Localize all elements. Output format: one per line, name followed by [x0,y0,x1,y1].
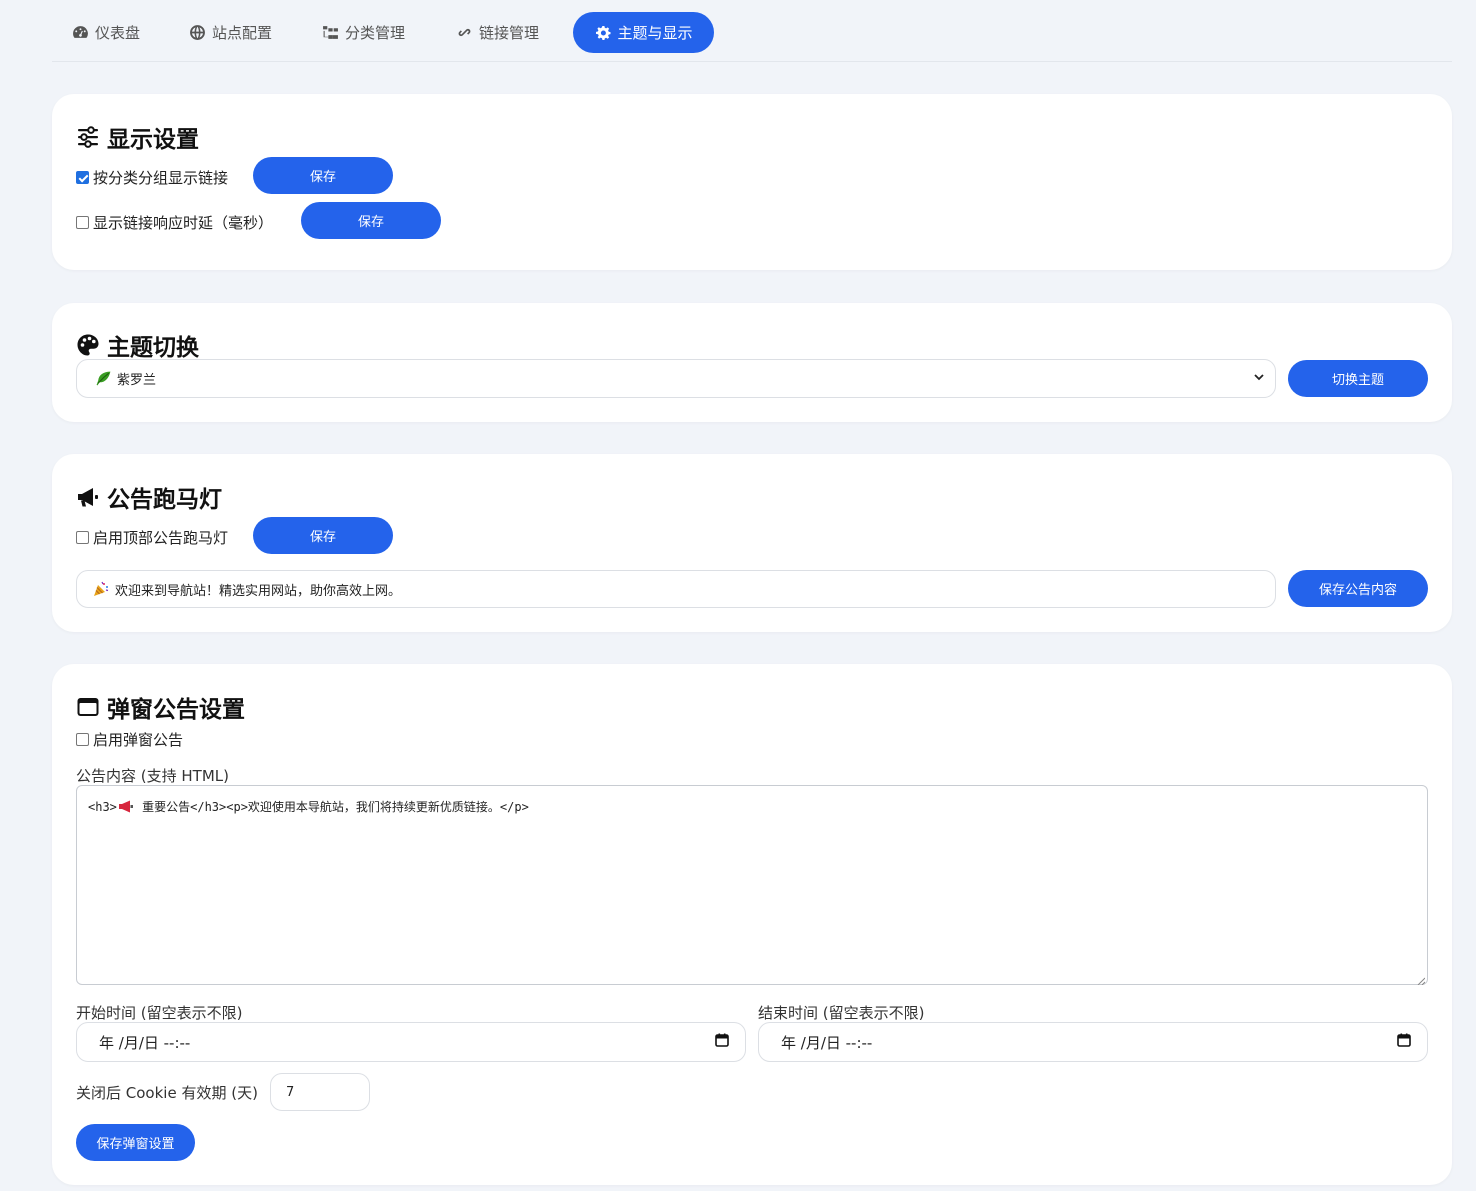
popup-settings-title: 弹窗公告设置 [76,690,245,724]
enable-popup-checkbox[interactable] [76,733,89,746]
end-time-input[interactable]: 年 /月/日 --:-- [758,1022,1428,1062]
group-by-category-checkbox[interactable] [76,171,89,184]
display-settings-title: 显示设置 [76,120,199,154]
megaphone-icon [118,800,134,816]
dashboard-icon [72,24,89,41]
calendar-icon[interactable] [1397,1033,1411,1051]
tab-label: 站点配置 [212,24,273,42]
save-marquee-toggle-button[interactable]: 保存 [253,517,393,554]
gear-icon [594,24,611,41]
show-latency-option[interactable]: 显示链接响应时延（毫秒） [76,212,273,233]
tab-link-manage[interactable]: 链接管理 [436,12,559,53]
popup-content-prefix: <h3> [88,800,117,814]
theme-selected-value: 紫罗兰 [117,373,157,388]
leaf-icon [95,370,112,387]
enable-popup-option[interactable]: 启用弹窗公告 [76,729,183,750]
enable-marquee-option[interactable]: 启用顶部公告跑马灯 [76,527,228,548]
enable-marquee-checkbox[interactable] [76,531,89,544]
start-time-placeholder: 年 /月/日 --:-- [99,1033,191,1052]
popup-content-textarea[interactable]: <h3> 重要公告</h3><p>欢迎使用本导航站，我们将持续更新优质链接。</… [76,785,1428,986]
tab-label: 链接管理 [479,24,540,42]
marquee-card: 公告跑马灯 启用顶部公告跑马灯 保存 欢迎来到导航站！精选实用网站，助你高效上网… [52,454,1452,632]
save-group-by-category-button[interactable]: 保存 [253,157,393,194]
palette-icon [76,333,100,357]
save-show-latency-button[interactable]: 保存 [301,202,441,239]
cookie-days-input[interactable]: 7 [270,1073,370,1111]
start-time-label: 开始时间 (留空表示不限) [76,1004,243,1022]
start-time-input[interactable]: 年 /月/日 --:-- [76,1022,746,1062]
link-icon [456,24,473,41]
popup-settings-card: 弹窗公告设置 启用弹窗公告 公告内容 (支持 HTML) <h3> 重要公告</… [52,664,1452,1185]
tab-site-config[interactable]: 站点配置 [169,12,292,53]
tab-label: 仪表盘 [95,24,141,42]
marquee-content-value: 欢迎来到导航站！精选实用网站，助你高效上网。 [115,583,402,599]
group-by-category-option[interactable]: 按分类分组显示链接 [76,167,228,188]
sliders-icon [76,125,100,149]
theme-switch-title: 主题切换 [76,328,199,362]
save-marquee-content-button[interactable]: 保存公告内容 [1288,570,1428,607]
chevron-down-icon [1253,371,1265,387]
tab-dashboard[interactable]: 仪表盘 [52,12,160,53]
show-latency-checkbox[interactable] [76,216,89,229]
theme-select[interactable]: 紫罗兰 [76,359,1276,398]
marquee-title: 公告跑马灯 [76,480,222,514]
window-icon [76,695,100,719]
enable-marquee-label: 启用顶部公告跑马灯 [93,529,229,547]
marquee-content-input[interactable]: 欢迎来到导航站！精选实用网站，助你高效上网。 [76,570,1276,608]
group-by-category-label: 按分类分组显示链接 [93,169,229,187]
sitemap-icon [322,24,339,41]
party-popper-icon [93,581,109,597]
cookie-days-label: 关闭后 Cookie 有效期 (天) [76,1084,258,1102]
end-time-placeholder: 年 /月/日 --:-- [781,1033,873,1052]
display-settings-card: 显示设置 按分类分组显示链接 保存 显示链接响应时延（毫秒） 保存 [52,94,1452,270]
end-time-label: 结束时间 (留空表示不限) [758,1004,925,1022]
theme-switch-card: 主题切换 紫罗兰 切换主题 [52,303,1452,422]
cookie-days-value: 7 [286,1084,295,1100]
show-latency-label: 显示链接响应时延（毫秒） [93,214,274,232]
enable-popup-label: 启用弹窗公告 [93,731,184,749]
tab-category-manage[interactable]: 分类管理 [302,12,425,53]
globe-icon [189,24,206,41]
calendar-icon[interactable] [715,1033,729,1051]
megaphone-icon [76,485,100,509]
switch-theme-button[interactable]: 切换主题 [1288,360,1428,397]
resize-grip-icon[interactable] [1417,974,1426,986]
save-popup-settings-button[interactable]: 保存弹窗设置 [76,1124,195,1161]
tab-bar: 仪表盘 站点配置 分类管理 链接管理 主题与显示 [52,0,1452,62]
tab-label: 主题与显示 [617,24,693,42]
popup-content-value: 重要公告</h3><p>欢迎使用本导航站，我们将持续更新优质链接。</p> [134,800,529,814]
popup-content-label: 公告内容 (支持 HTML) [76,767,229,785]
tab-label: 分类管理 [345,24,406,42]
tab-theme-display[interactable]: 主题与显示 [573,12,714,53]
